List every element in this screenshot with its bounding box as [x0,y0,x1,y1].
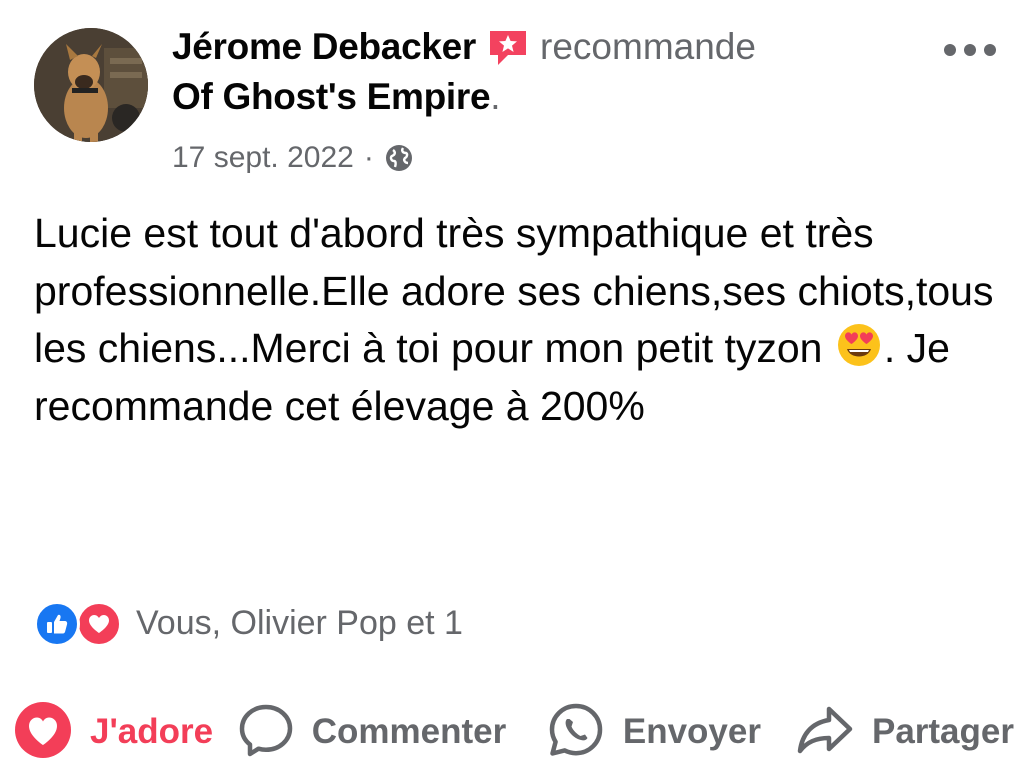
post-meta: 17 sept. 2022 · [172,137,414,179]
heart-eyes-emoji-icon [834,322,884,368]
like-reaction-icon [34,601,80,647]
love-reaction-icon [76,601,122,647]
author-name[interactable]: Jérome Debacker [172,26,476,68]
more-options-icon[interactable] [938,30,1002,70]
page-name-period: . [490,76,501,117]
share-arrow-icon [796,701,854,764]
meta-separator: · [363,141,374,174]
reactions-summary[interactable]: Vous, Olivier Pop et 1 [34,598,463,648]
comment-button-label: Commenter [311,712,507,751]
send-button[interactable]: Envoyer [547,700,776,764]
love-button[interactable]: J'adore [14,700,224,764]
post-actions-bar: J'adore Commenter Envoyer Partager [14,700,1014,764]
recommendation-badge-icon [486,25,530,69]
reaction-names: Vous, Olivier Pop et 1 [136,603,463,642]
comment-button[interactable]: Commenter [238,700,533,764]
share-button-label: Partager [871,712,1014,751]
love-filled-icon [14,701,72,764]
post-header: Jérome Debacker recommande Of Ghost's Em… [172,22,912,122]
love-button-label: J'adore [90,712,214,751]
dog-photo [34,28,148,142]
send-button-label: Envoyer [622,712,761,751]
post-body: Lucie est tout d'abord très sympathique … [34,205,994,435]
reaction-icons [34,599,130,647]
page-name-link[interactable]: Of Ghost's Empire [172,76,491,118]
recommends-verb: recommande [540,26,756,67]
messenger-icon [547,701,605,764]
comment-bubble-icon [238,702,294,763]
facebook-recommendation-post: Jérome Debacker recommande Of Ghost's Em… [0,0,1024,779]
share-button[interactable]: Partager [796,700,1014,764]
post-date[interactable]: 17 sept. 2022 [172,141,354,175]
globe-icon [384,143,414,173]
avatar[interactable] [34,28,148,142]
